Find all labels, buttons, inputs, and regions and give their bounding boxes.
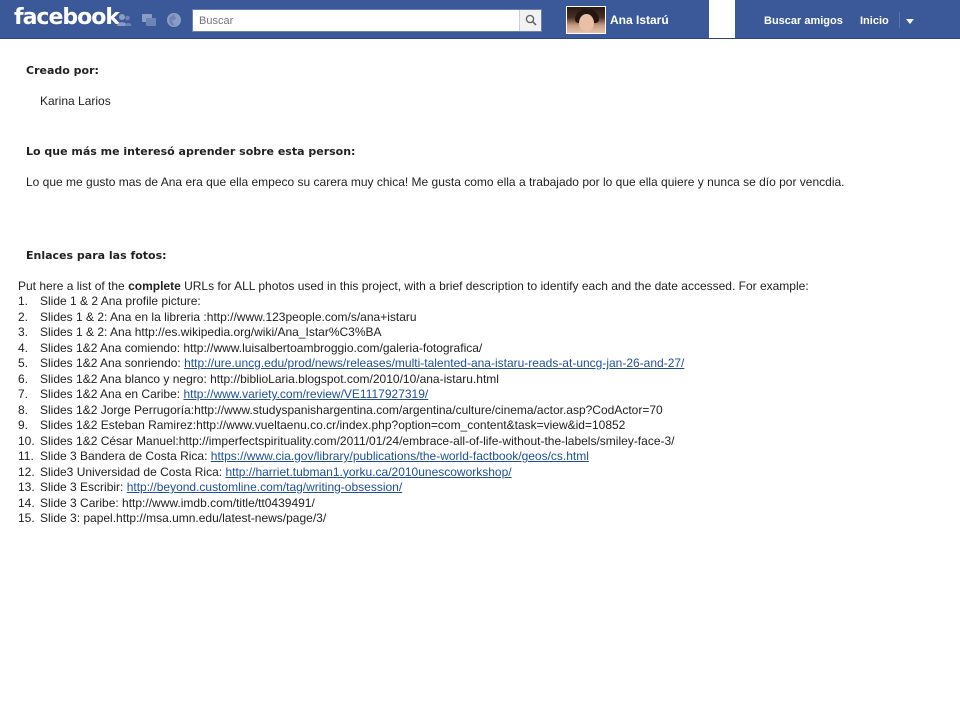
list-number: 6. — [18, 371, 29, 386]
list-text: Slides 1&2 Ana en Caribe: — [40, 387, 184, 401]
list-text: Slides 1&2 Ana comiendo: http://www.luis… — [40, 340, 483, 355]
list-item: 10. Slides 1&2 César Manuel:http://imperf… — [18, 434, 684, 450]
top-bar-divider — [0, 38, 960, 39]
list-text: Slides 1 & 2: Ana en la libreria :http:/… — [40, 309, 417, 324]
list-number: 8. — [18, 402, 29, 417]
photo-url-link[interactable]: http://harriet.tubman1.yorku.ca/2010unes… — [225, 465, 511, 479]
list-item: 14. Slide 3 Caribe: http://www.imdb.com/t… — [18, 496, 684, 512]
search-icon — [525, 14, 537, 26]
created-by-value: Karina Larios — [40, 94, 111, 108]
interest-paragraph: Lo que me gusto mas de Ana era que ella … — [26, 175, 845, 189]
list-number: 1. — [18, 294, 29, 308]
list-text: Slide 1 & 2 Ana profile picture: — [40, 294, 201, 308]
photo-url-link[interactable]: http://ure.uncg.edu/prod/news/releases/m… — [184, 356, 684, 370]
profile-name[interactable]: Ana Istarú — [610, 13, 669, 27]
links-heading: Enlaces para las fotos: — [26, 249, 167, 262]
list-number: 15. — [18, 511, 35, 525]
list-number: 10. — [18, 433, 35, 448]
list-item: 7. Slides 1&2 Ana en Caribe: http://www.v… — [18, 387, 684, 403]
intro-text-bold: complete — [128, 279, 181, 293]
list-number: 2. — [18, 309, 29, 324]
list-item: 15. Slide 3: papel.http://msa.umn.edu/lat… — [18, 511, 684, 527]
intro-text-start: Put here a list of the — [18, 279, 129, 293]
list-number: 14. — [18, 495, 35, 510]
search-input[interactable] — [193, 10, 519, 31]
profile-link[interactable]: Ana Istarú — [566, 5, 669, 35]
facebook-logo[interactable]: facebook — [14, 5, 120, 30]
nav-divider — [899, 12, 900, 28]
account-menu-icon[interactable] — [906, 19, 914, 24]
list-number: 11. — [18, 449, 34, 463]
list-item: 2. Slides 1 & 2: Ana en la libreria :http… — [18, 310, 684, 326]
avatar[interactable] — [566, 6, 606, 34]
list-item: 9. Slides 1&2 Esteban Ramirez:http://www.… — [18, 418, 684, 434]
list-text: Slide 3 Escribir: — [40, 480, 127, 494]
list-text: Slide3 Universidad de Costa Rica: — [40, 464, 226, 479]
top-bar: facebook Buscar Ana Istarú Buscar amigos… — [0, 0, 960, 40]
list-item: 4. Slides 1&2 Ana comiendo: http://www.lu… — [18, 341, 684, 357]
photo-url-link[interactable]: http://www.variety.com/review/VE11179273… — [183, 387, 428, 401]
list-item: 6. Slides 1&2 Ana blanco y negro: http://… — [18, 372, 684, 388]
links-intro: Put here a list of the complete URLs for… — [18, 278, 918, 294]
list-item: 3. Slides 1 & 2: Ana http://es.wikipedia.… — [18, 325, 684, 341]
list-number: 7. — [18, 387, 29, 401]
interest-heading: Lo que más me interesó aprender sobre es… — [26, 145, 356, 158]
url-list: 1. Slide 1 & 2 Ana profile picture: 2. Slid… — [18, 294, 684, 527]
list-text: Slide 3: papel.http://msa.umn.edu/latest… — [40, 511, 327, 525]
messages-icon[interactable] — [141, 12, 157, 28]
list-text: Slides 1&2 Jorge Perrugoría:http://www.s… — [40, 402, 663, 417]
list-number: 4. — [18, 340, 29, 355]
search-button[interactable] — [519, 10, 541, 31]
list-text: Slide 3 Caribe: http://www.imdb.com/titl… — [40, 495, 315, 510]
photo-url-link[interactable]: http://beyond.customline.com/tag/writing… — [127, 480, 402, 494]
list-text: Slides 1&2 Ana blanco y negro: http://bi… — [40, 371, 499, 386]
list-item: 12. Slide3 Universidad de Costa Rica: htt… — [18, 465, 684, 481]
find-friends-link[interactable]: Buscar amigos — [764, 15, 843, 27]
intro-text-end: URLs for ALL photos used in this project… — [180, 279, 809, 293]
list-number: 9. — [18, 418, 29, 432]
list-text: Slides 1&2 Esteban Ramirez:http://www.vu… — [40, 418, 626, 432]
photo-url-link[interactable]: https://www.cia.gov/library/publications… — [211, 449, 589, 463]
created-by-heading: Creado por: — [26, 64, 99, 77]
list-item: 1. Slide 1 & 2 Ana profile picture: — [18, 294, 684, 310]
list-number: 13. — [18, 480, 35, 494]
list-text: Slide 3 Bandera de Costa Rica: — [40, 449, 211, 463]
notifications-icon[interactable] — [166, 12, 182, 28]
list-text: Slides 1&2 Ana sonriendo: — [40, 356, 185, 370]
list-item: 13. Slide 3 Escribir: http://beyond.custo… — [18, 480, 684, 496]
list-number: 5. — [18, 356, 29, 370]
list-text: Slides 1&2 César Manuel:http://imperfect… — [40, 433, 675, 448]
list-text: Slides 1 & 2: Ana http://es.wikipedia.or… — [40, 325, 382, 339]
list-item: 8. Slides 1&2 Jorge Perrugoría:http://www… — [18, 403, 684, 419]
list-item: 5. Slides 1&2 Ana sonriendo: http://ure.u… — [18, 356, 684, 372]
list-item: 11. Slide 3 Bandera de Costa Rica: https:… — [18, 449, 684, 465]
list-number: 12. — [18, 464, 35, 479]
list-number: 3. — [18, 325, 29, 339]
home-link[interactable]: Inicio — [860, 15, 889, 27]
search-box[interactable] — [192, 9, 542, 32]
friends-icon[interactable] — [116, 12, 132, 28]
